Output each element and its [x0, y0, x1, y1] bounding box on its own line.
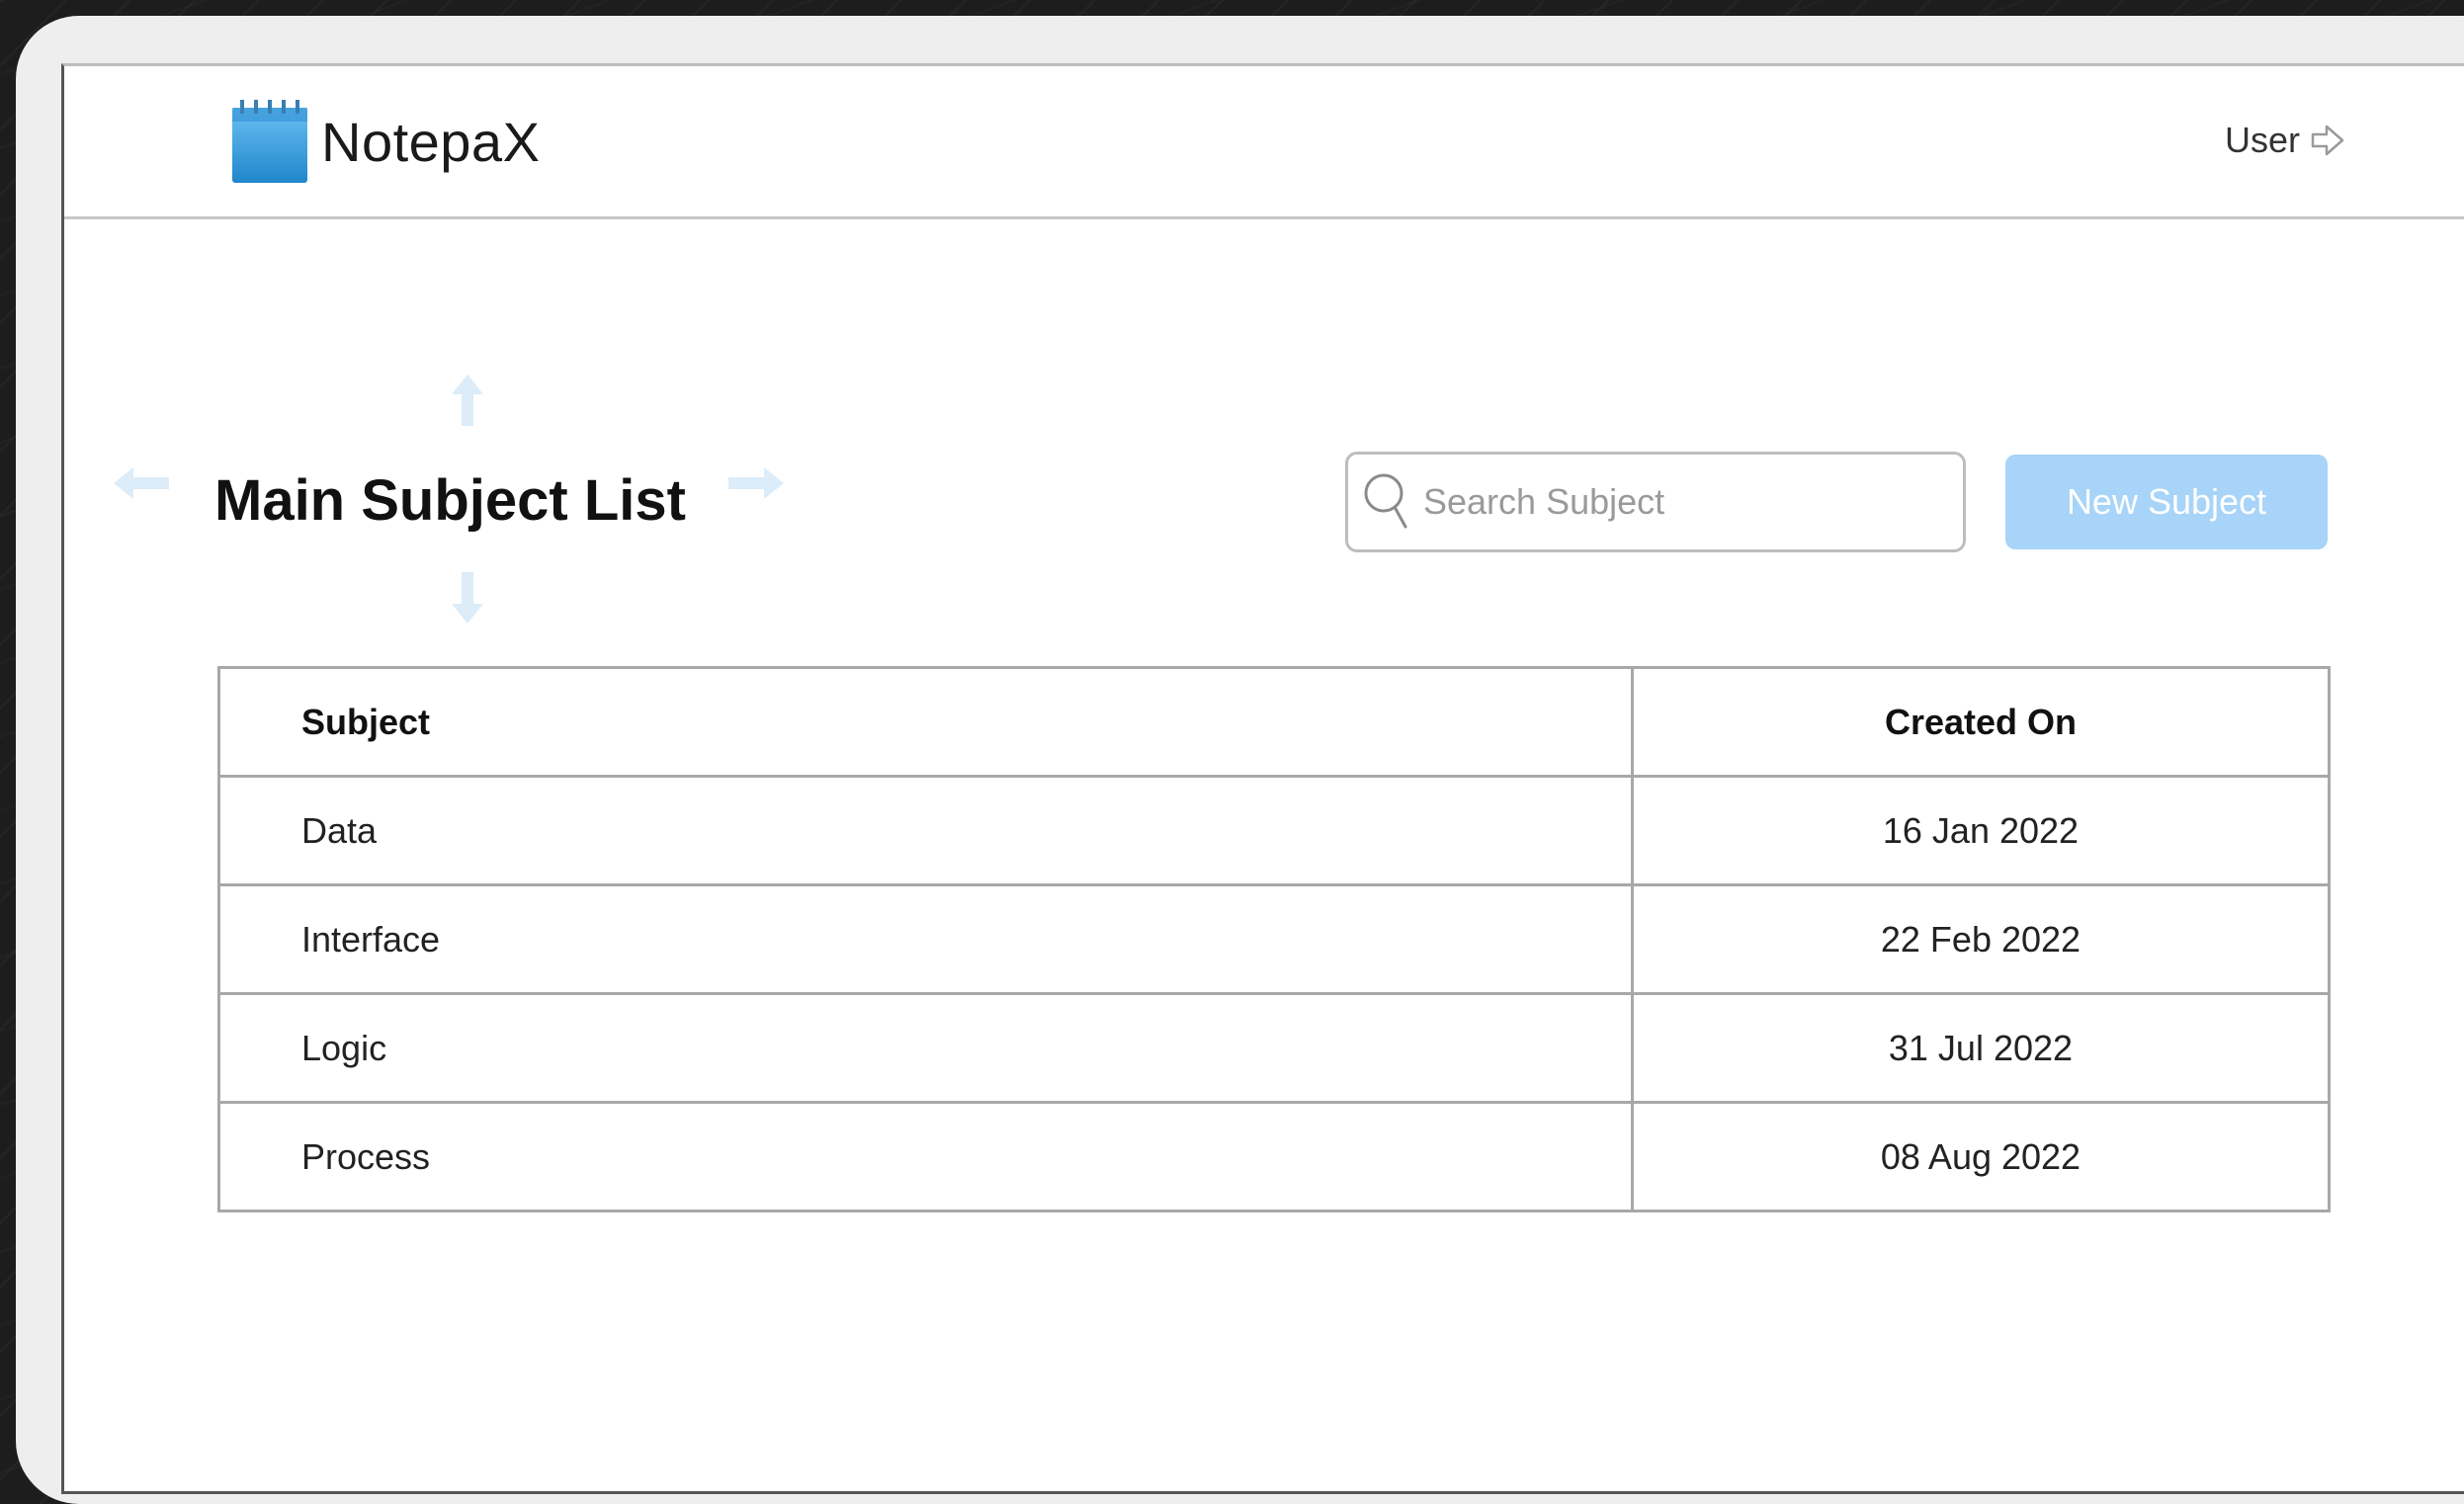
arrow-right-icon: [728, 467, 784, 499]
subject-table: Subject Created On Data 16 Jan 2022 Inte…: [217, 666, 2332, 1212]
column-header-subject[interactable]: Subject: [217, 666, 1634, 778]
table-header-row: Subject Created On: [217, 666, 2332, 778]
notepad-icon: [232, 100, 307, 183]
top-header: NotepaX User: [64, 66, 2464, 219]
user-menu[interactable]: User: [2225, 120, 2345, 161]
table-row[interactable]: Process 08 Aug 2022: [217, 1101, 2332, 1212]
created-on-cell: 16 Jan 2022: [1630, 775, 2332, 886]
user-label: User: [2225, 120, 2301, 160]
table-row[interactable]: Interface 22 Feb 2022: [217, 883, 2332, 995]
created-on-cell: 08 Aug 2022: [1630, 1101, 2332, 1212]
subject-cell[interactable]: Data: [217, 775, 1634, 886]
subject-cell[interactable]: Interface: [217, 883, 1634, 995]
logout-arrow-icon: [2311, 125, 2344, 156]
new-subject-button[interactable]: New Subject: [2005, 455, 2328, 549]
search-icon: [1364, 473, 1407, 529]
page-title: Main Subject List: [214, 468, 686, 533]
app-logo-text: NotepaX: [321, 111, 541, 173]
table-row[interactable]: Data 16 Jan 2022: [217, 775, 2332, 886]
arrow-left-icon: [114, 467, 169, 499]
table-row[interactable]: Logic 31 Jul 2022: [217, 992, 2332, 1104]
search-box[interactable]: [1345, 452, 1966, 552]
app-window: NotepaX User Main Subject List Search Su…: [61, 63, 2464, 1494]
created-on-cell: 22 Feb 2022: [1630, 883, 2332, 995]
subject-cell[interactable]: Process: [217, 1101, 1634, 1212]
arrow-down-icon: [452, 572, 483, 624]
subject-cell[interactable]: Logic: [217, 992, 1634, 1104]
search-input[interactable]: [1421, 480, 1939, 524]
arrow-up-icon: [452, 375, 483, 426]
column-header-created-on[interactable]: Created On: [1630, 666, 2332, 778]
created-on-cell: 31 Jul 2022: [1630, 992, 2332, 1104]
device-frame: NotepaX User Main Subject List Search Su…: [16, 16, 2464, 1504]
